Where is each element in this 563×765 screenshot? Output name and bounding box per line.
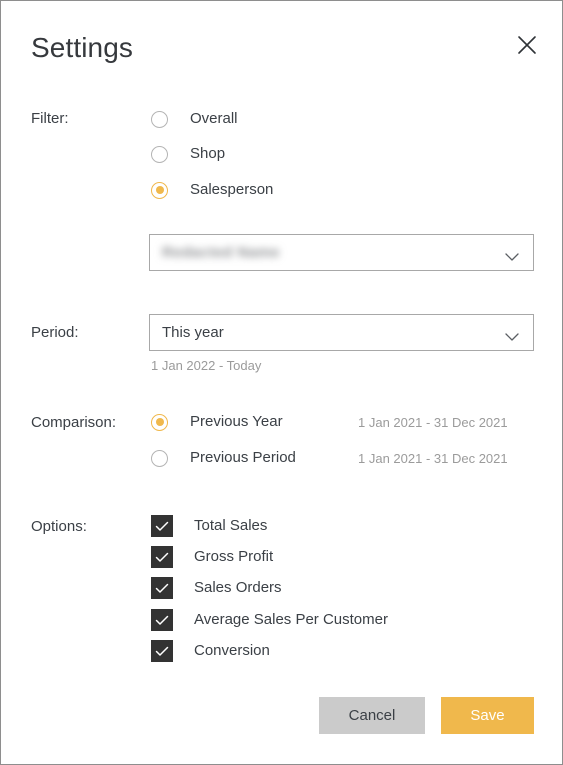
period-select[interactable]: This year <box>149 314 534 351</box>
radio-filter-salesperson[interactable]: Salesperson <box>151 180 273 200</box>
radio-indicator[interactable] <box>151 110 168 128</box>
period-label: Period: <box>31 324 79 341</box>
chevron-down-icon <box>505 249 519 267</box>
checkbox-label: Conversion <box>194 642 270 659</box>
cancel-button[interactable]: Cancel <box>319 697 425 734</box>
comparison-range-previous-period: 1 Jan 2021 - 31 Dec 2021 <box>358 451 508 466</box>
close-button[interactable] <box>514 32 540 58</box>
chevron-down-icon <box>505 329 519 347</box>
salesperson-select-value: Redacted Name <box>162 244 280 261</box>
checkbox-indicator[interactable] <box>151 515 173 537</box>
checkbox-label: Sales Orders <box>194 579 282 596</box>
checkbox-average-sales-per-customer[interactable]: Average Sales Per Customer <box>151 609 388 631</box>
radio-label: Previous Year <box>190 413 283 430</box>
checkbox-sales-orders[interactable]: Sales Orders <box>151 577 282 599</box>
radio-label: Shop <box>190 145 226 162</box>
period-range-text: 1 Jan 2022 - Today <box>151 358 262 373</box>
checkbox-gross-profit[interactable]: Gross Profit <box>151 546 273 568</box>
dialog-header: Settings <box>1 1 562 89</box>
period-select-value: This year <box>162 324 224 341</box>
checkbox-indicator[interactable] <box>151 640 173 662</box>
checkbox-conversion[interactable]: Conversion <box>151 640 270 662</box>
radio-comparison-previous-period[interactable]: Previous Period <box>151 448 296 468</box>
radio-indicator[interactable] <box>151 145 168 163</box>
save-button[interactable]: Save <box>441 697 534 734</box>
radio-indicator[interactable] <box>151 413 168 431</box>
checkbox-indicator[interactable] <box>151 546 173 568</box>
salesperson-select[interactable]: Redacted Name <box>149 234 534 271</box>
page-title: Settings <box>31 32 133 63</box>
settings-dialog: Settings Filter: Overall Shop Salesperso… <box>0 0 563 765</box>
checkbox-total-sales[interactable]: Total Sales <box>151 515 267 537</box>
checkbox-indicator[interactable] <box>151 609 173 631</box>
radio-label: Overall <box>190 110 238 127</box>
radio-indicator[interactable] <box>151 181 168 199</box>
radio-filter-shop[interactable]: Shop <box>151 144 225 164</box>
checkbox-label: Gross Profit <box>194 548 274 565</box>
filter-label: Filter: <box>31 110 69 127</box>
radio-label: Salesperson <box>190 181 274 198</box>
checkbox-label: Total Sales <box>194 517 268 534</box>
radio-indicator[interactable] <box>151 449 168 467</box>
radio-label: Previous Period <box>190 449 296 466</box>
comparison-range-previous-year: 1 Jan 2021 - 31 Dec 2021 <box>358 415 508 430</box>
comparison-label: Comparison: <box>31 414 117 431</box>
close-icon <box>517 35 537 55</box>
radio-filter-overall[interactable]: Overall <box>151 109 238 129</box>
options-label: Options: <box>31 518 87 535</box>
checkbox-indicator[interactable] <box>151 577 173 599</box>
radio-comparison-previous-year[interactable]: Previous Year <box>151 412 283 432</box>
checkbox-label: Average Sales Per Customer <box>194 611 388 628</box>
